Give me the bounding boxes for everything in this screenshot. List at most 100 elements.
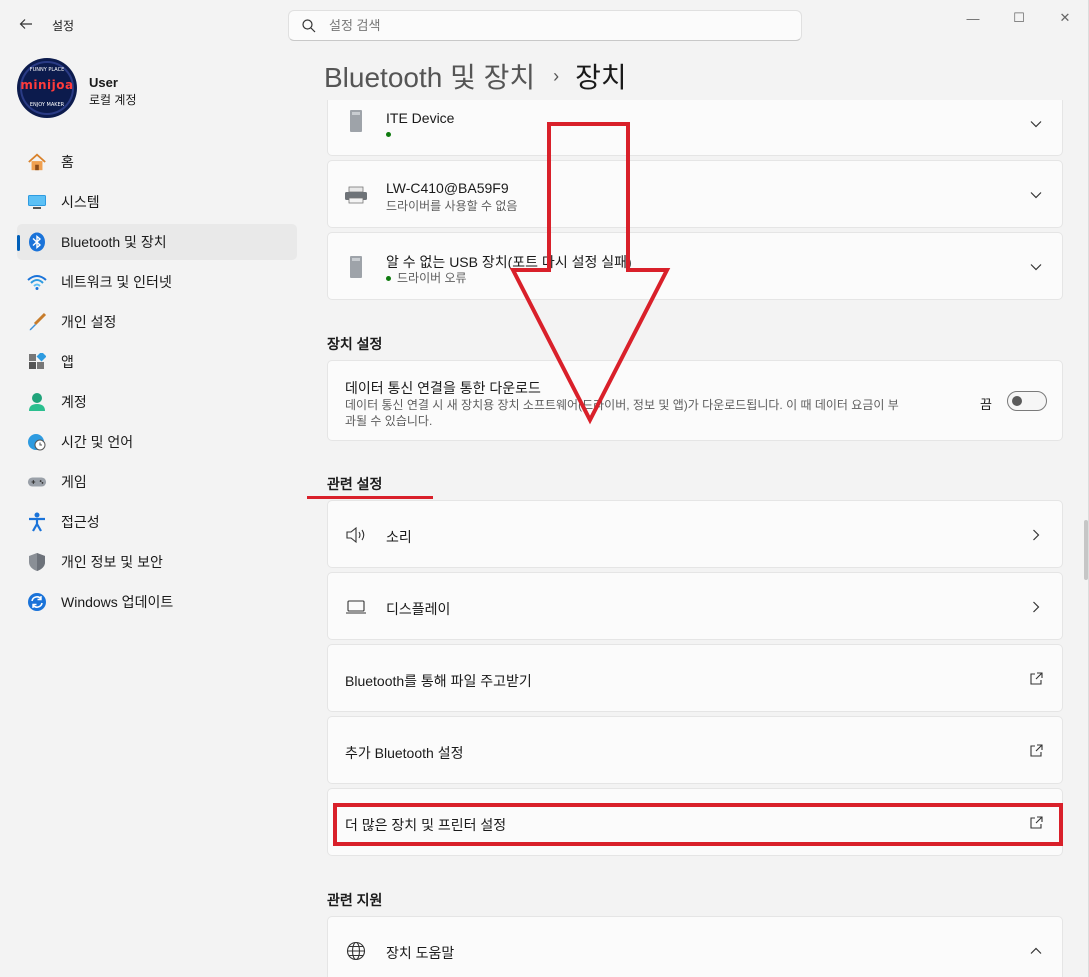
chevron-down-icon[interactable] xyxy=(1028,259,1044,275)
section-heading-related-settings: 관련 설정 xyxy=(327,476,383,492)
related-label: 추가 Bluetooth 설정 xyxy=(345,745,464,761)
related-label: 디스플레이 xyxy=(386,601,451,617)
printer-icon xyxy=(344,183,368,207)
sidebar-item-label: 개인 설정 xyxy=(61,314,117,330)
chevron-right-icon xyxy=(1028,527,1044,543)
avatar-bottom-text: ENJOY MAKER xyxy=(29,102,65,108)
sidebar-item-label: 홈 xyxy=(61,154,74,170)
related-label: Bluetooth를 통해 파일 주고받기 xyxy=(345,673,532,689)
sidebar-item-system[interactable]: 시스템 xyxy=(17,184,297,220)
avatar-logo: minijoa xyxy=(20,78,74,92)
device-status: 드라이버 오류 xyxy=(386,269,467,286)
sidebar-item-apps[interactable]: 앱 xyxy=(17,344,297,380)
device-card-ite[interactable]: ITE Device xyxy=(327,100,1063,156)
sidebar-item-bluetooth[interactable]: Bluetooth 및 장치 xyxy=(17,224,297,260)
sidebar-item-label: 계정 xyxy=(61,394,87,410)
external-link-icon xyxy=(1028,743,1044,759)
chevron-down-icon[interactable] xyxy=(1028,187,1044,203)
metered-desc-line1: 데이터 통신 연결 시 새 장치용 장치 소프트웨어(드라이버, 정보 및 앱)… xyxy=(345,398,899,412)
device-name: LW-C410@BA59F9 xyxy=(386,180,509,196)
device-status-text: 드라이버 오류 xyxy=(397,271,467,285)
related-sound[interactable]: 소리 xyxy=(327,500,1063,568)
annotation-highlight-box xyxy=(333,803,1063,846)
section-heading-device-settings: 장치 설정 xyxy=(327,336,383,352)
search-icon xyxy=(302,18,316,32)
back-button[interactable] xyxy=(14,12,38,36)
speaker-icon xyxy=(344,523,368,547)
sidebar-item-label: Bluetooth 및 장치 xyxy=(61,234,167,250)
app-title: 설정 xyxy=(52,19,75,33)
sidebar-item-label: 시간 및 언어 xyxy=(61,434,134,450)
device-status: 드라이버를 사용할 수 없음 xyxy=(386,199,518,213)
minimize-button[interactable]: — xyxy=(950,8,996,28)
sidebar-item-windows-update[interactable]: Windows 업데이트 xyxy=(17,584,297,620)
status-dot xyxy=(386,276,391,282)
related-more-bluetooth-settings[interactable]: 추가 Bluetooth 설정 xyxy=(327,716,1063,784)
arrow-left-icon xyxy=(19,19,32,29)
system-icon xyxy=(27,192,47,212)
title-bar: 설정 — ☐ ✕ xyxy=(0,0,1089,50)
apps-icon xyxy=(27,352,47,372)
breadcrumb-parent[interactable]: Bluetooth 및 장치 xyxy=(324,56,535,96)
breadcrumb-separator: › xyxy=(553,65,560,86)
globe-icon xyxy=(344,939,368,963)
sidebar-item-label: 개인 정보 및 보안 xyxy=(61,554,163,570)
chevron-right-icon xyxy=(1028,599,1044,615)
close-button[interactable]: ✕ xyxy=(1042,8,1088,28)
tower-pc-icon xyxy=(344,255,368,279)
account-type: 로컬 계정 xyxy=(89,93,137,107)
sidebar-item-label: 접근성 xyxy=(61,514,100,530)
shield-icon xyxy=(27,552,47,572)
home-icon xyxy=(27,152,47,172)
accessibility-icon xyxy=(27,512,47,532)
device-card-usb[interactable]: 알 수 없는 USB 장치(포트 다시 설정 실패) 드라이버 오류 xyxy=(327,232,1063,300)
gamepad-icon xyxy=(27,472,47,492)
page-title: 장치 xyxy=(575,62,627,93)
update-icon xyxy=(27,592,47,612)
status-dot xyxy=(386,132,391,138)
sidebar-item-gaming[interactable]: 게임 xyxy=(17,464,297,500)
device-name: ITE Device xyxy=(386,110,455,126)
support-device-help[interactable]: 장치 도움말 xyxy=(327,916,1063,977)
avatar-top-text: FUNNY PLACE xyxy=(29,67,65,73)
sidebar-item-personalization[interactable]: 개인 설정 xyxy=(17,304,297,340)
device-card-printer[interactable]: LW-C410@BA59F9 드라이버를 사용할 수 없음 xyxy=(327,160,1063,228)
sidebar-item-time-language[interactable]: 시간 및 언어 xyxy=(17,424,297,460)
related-bluetooth-file-transfer[interactable]: Bluetooth를 통해 파일 주고받기 xyxy=(327,644,1063,712)
external-link-icon xyxy=(1028,671,1044,687)
search-input[interactable] xyxy=(329,18,769,33)
user-name: User xyxy=(89,75,118,90)
breadcrumb: Bluetooth 및 장치 › 장치 xyxy=(324,56,627,96)
avatar: FUNNY PLACE minijoa ENJOY MAKER xyxy=(17,58,77,118)
sidebar-nav: 홈 시스템 Bluetooth 및 장치 네트워크 및 인터넷 개인 설정 앱 xyxy=(17,144,297,624)
chevron-up-icon[interactable] xyxy=(1028,943,1044,959)
brush-icon xyxy=(27,312,47,332)
metered-desc-line2: 과될 수 있습니다. xyxy=(345,414,433,428)
maximize-button[interactable]: ☐ xyxy=(996,8,1042,28)
sidebar-item-label: 앱 xyxy=(61,354,74,370)
metered-title: 데이터 통신 연결을 통한 다운로드 xyxy=(345,380,541,396)
sidebar-item-label: 네트워크 및 인터넷 xyxy=(61,274,172,290)
sidebar-item-privacy[interactable]: 개인 정보 및 보안 xyxy=(17,544,297,580)
sidebar-item-label: 게임 xyxy=(61,474,87,490)
toggle-knob xyxy=(1012,396,1022,406)
device-status xyxy=(386,127,397,141)
sidebar-item-accounts[interactable]: 계정 xyxy=(17,384,297,420)
monitor-icon xyxy=(344,595,368,619)
chevron-down-icon[interactable] xyxy=(1028,116,1044,132)
tower-pc-icon xyxy=(344,109,368,133)
sidebar-item-accessibility[interactable]: 접근성 xyxy=(17,504,297,540)
metered-download-card: 데이터 통신 연결을 통한 다운로드 데이터 통신 연결 시 새 장치용 장치 … xyxy=(327,360,1063,441)
support-label: 장치 도움말 xyxy=(386,945,455,961)
bluetooth-icon xyxy=(27,232,47,252)
wifi-icon xyxy=(27,272,47,292)
related-display[interactable]: 디스플레이 xyxy=(327,572,1063,640)
clock-globe-icon xyxy=(27,432,47,452)
sidebar-item-home[interactable]: 홈 xyxy=(17,144,297,180)
sidebar-item-network[interactable]: 네트워크 및 인터넷 xyxy=(17,264,297,300)
sidebar-item-label: Windows 업데이트 xyxy=(61,594,174,610)
sidebar-item-label: 시스템 xyxy=(61,194,100,210)
search-box[interactable] xyxy=(288,10,802,41)
toggle-state-label: 끔 xyxy=(980,397,992,412)
metered-download-toggle[interactable] xyxy=(1007,391,1047,411)
